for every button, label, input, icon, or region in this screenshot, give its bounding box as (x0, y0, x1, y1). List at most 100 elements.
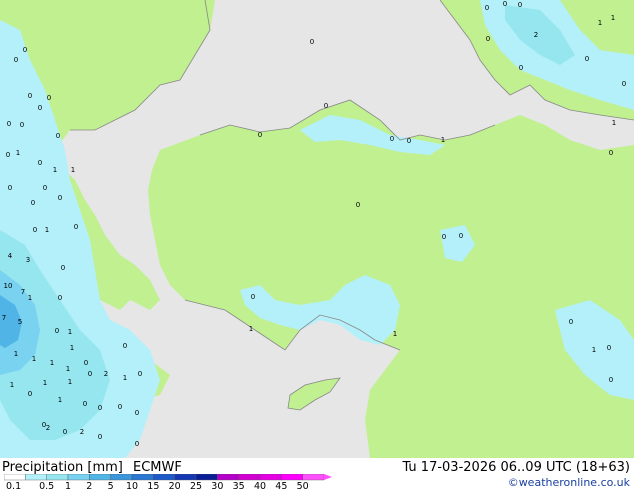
color-scale-tick-label: 35 (233, 481, 245, 490)
precip-value-label: 1 (28, 294, 32, 302)
precip-value-label: 2 (46, 424, 50, 432)
legend-bar: Precipitation [mm] ECMWF Tu 17-03-2026 0… (0, 458, 634, 490)
color-scale-swatch (131, 474, 154, 481)
precip-value-label: 1 (68, 328, 72, 336)
precip-value-label: 0 (84, 359, 88, 367)
color-scale-tick-label: 40 (254, 481, 266, 490)
color-scale-tick-label: 0.5 (39, 481, 54, 490)
precip-value-label: 0 (485, 4, 489, 12)
precip-value-label: 1 (598, 19, 602, 27)
precip-value-label: 1 (58, 396, 62, 404)
precip-value-label: 0 (31, 199, 35, 207)
precip-value-label: 0 (138, 370, 142, 378)
credit-link[interactable]: ©weatheronline.co.uk (508, 476, 630, 489)
color-scale-swatch (195, 474, 218, 481)
precip-value-label: 0 (98, 433, 102, 441)
precip-value-label: 5 (18, 318, 22, 326)
precip-value-label: 4 (8, 252, 13, 260)
precip-value-label: 1 (441, 136, 445, 144)
color-scale-tick-label: 45 (275, 481, 287, 490)
precip-value-label: 1 (249, 325, 253, 333)
color-scale-tick-label: 2 (86, 481, 92, 490)
precip-value-label: 0 (63, 428, 67, 436)
color-scale-swatch (46, 474, 69, 481)
color-scale-swatch (217, 474, 239, 481)
precip-value-label: 0 (61, 264, 65, 272)
model-label: ECMWF (133, 460, 182, 475)
precip-value-label: 0 (251, 293, 255, 301)
precip-value-label: 1 (14, 350, 18, 358)
precip-value-label: 0 (518, 1, 522, 9)
precip-value-label: 0 (609, 376, 613, 384)
precip-value-label: 3 (26, 256, 30, 264)
precip-value-label: 0 (20, 121, 24, 129)
color-scale-tick-label: 10 (126, 481, 138, 490)
precip-value-label: 0 (486, 35, 490, 43)
precip-value-label: 7 (21, 288, 25, 296)
precip-value-label: 0 (42, 421, 46, 429)
color-scale-swatch (89, 474, 111, 481)
color-scale-tick-label: 25 (190, 481, 202, 490)
precip-value-label: 0 (56, 132, 60, 140)
precip-value-label: 1 (45, 226, 49, 234)
precip-value-label: 0 (356, 201, 360, 209)
precip-value-label: 0 (135, 409, 139, 417)
precip-value-label: 0 (55, 327, 59, 335)
precip-value-label: 2 (104, 370, 108, 378)
color-scale-swatch (259, 474, 282, 481)
precip-value-label: 0 (7, 120, 11, 128)
precip-value-label: 0 (118, 403, 122, 411)
color-scale-swatch (174, 474, 197, 481)
precip-value-label: 0 (74, 223, 78, 231)
precip-value-label: 7 (2, 314, 6, 322)
precip-value-label: 1 (68, 378, 72, 386)
precip-value-label: 2 (534, 31, 538, 39)
precip-value-label: 0 (407, 137, 411, 145)
color-scale-swatch (25, 474, 47, 481)
product-label: Precipitation [mm] (2, 460, 123, 475)
precip-value-label: 0 (28, 390, 32, 398)
precip-value-label: 0 (609, 149, 613, 157)
precip-value-label: 1 (16, 149, 20, 157)
precip-value-label: 0 (123, 342, 127, 350)
precip-value-label: 0 (8, 184, 12, 192)
precip-value-label: 0 (569, 318, 573, 326)
precip-value-label: 0 (519, 64, 523, 72)
precip-value-label: 0 (390, 135, 394, 143)
map-area[interactable]: 0000000100020001101010010001000001100101… (0, 0, 634, 458)
color-scale-tick-label: 50 (297, 481, 309, 490)
color-scale-swatch (302, 474, 325, 481)
precip-value-label: 0 (47, 94, 51, 102)
precip-value-label: 1 (393, 330, 397, 338)
precip-value-label: 1 (123, 374, 127, 382)
precip-value-label: 0 (459, 232, 463, 240)
precip-value-label: 1 (71, 166, 75, 174)
precip-value-label: 1 (70, 344, 74, 352)
precip-value-label: 0 (310, 38, 314, 46)
valid-time: Tu 17-03-2026 06..09 UTC (18+63) (402, 460, 630, 475)
precip-value-label: 0 (258, 131, 262, 139)
precip-value-label: 0 (324, 102, 328, 110)
precip-value-label: 0 (88, 370, 92, 378)
color-scale-tick-label: 20 (169, 481, 181, 490)
precip-value-label: 1 (50, 359, 54, 367)
color-scale-tick-label: 30 (211, 481, 223, 490)
precip-value-label: 0 (58, 294, 62, 302)
precip-value-label: 0 (135, 440, 139, 448)
precip-value-label: 0 (503, 0, 507, 8)
precip-value-label: 0 (14, 56, 18, 64)
precip-value-label: 1 (66, 365, 70, 373)
precip-value-label: 1 (53, 166, 57, 174)
color-scale-tick-label: 1 (65, 481, 71, 490)
precip-value-label: 1 (592, 346, 596, 354)
precip-value-label: 0 (585, 55, 589, 63)
precip-value-label: 1 (611, 14, 615, 22)
precip-value-label: 0 (98, 404, 102, 412)
precip-value-label: 2 (80, 428, 84, 436)
map-title: Precipitation [mm] ECMWF (2, 460, 188, 475)
precip-value-label: 0 (622, 80, 626, 88)
precip-value-label: 1 (612, 119, 616, 127)
color-scale-tick-label: 15 (147, 481, 159, 490)
precip-value-label: 0 (33, 226, 37, 234)
color-scale: 0.1 0.5 1 2 5 10 15 20 25 30 35 40 45 50 (4, 474, 332, 490)
